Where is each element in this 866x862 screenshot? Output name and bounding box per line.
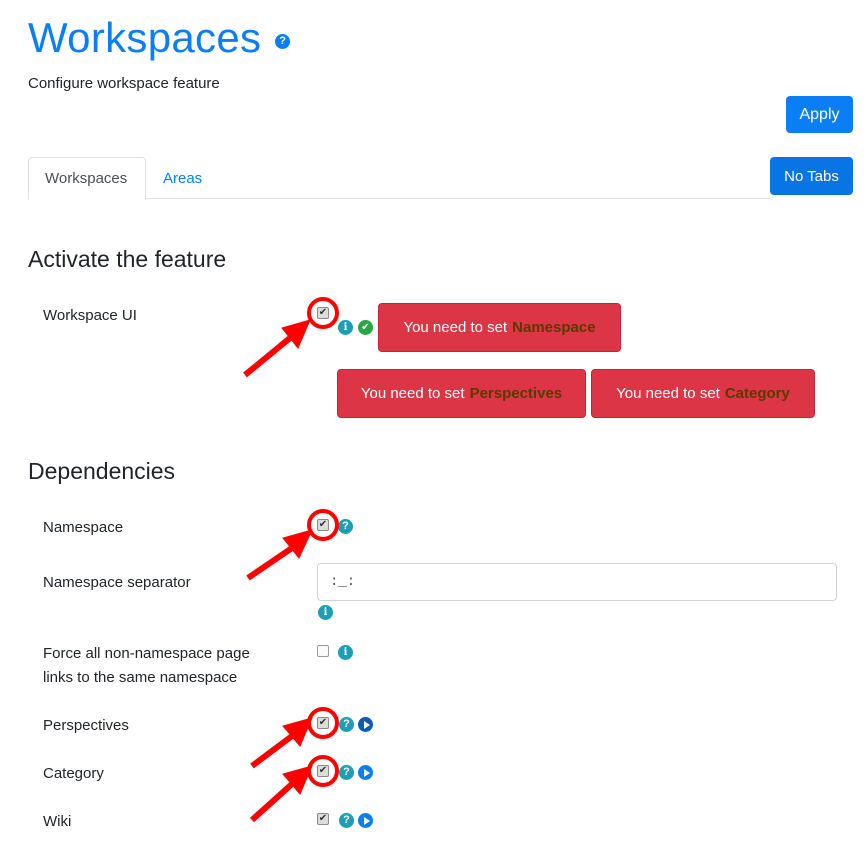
annotation-arrow bbox=[243, 319, 311, 378]
tab-workspaces[interactable]: Workspaces bbox=[28, 157, 146, 200]
annotation-circle bbox=[307, 707, 339, 739]
section-heading-activate: Activate the feature bbox=[28, 246, 227, 272]
force-links-label: Force all non-namespace page links to th… bbox=[43, 642, 250, 690]
force-links-label-line2: links to the same namespace bbox=[43, 669, 238, 686]
info-icon[interactable]: i bbox=[318, 605, 333, 620]
annotation-arrow bbox=[250, 717, 313, 769]
play-icon[interactable] bbox=[358, 765, 373, 780]
tab-bar: Workspaces Areas bbox=[28, 157, 770, 200]
play-icon[interactable] bbox=[358, 813, 373, 828]
wiki-checkbox[interactable]: ✔ bbox=[317, 813, 329, 825]
annotation-arrow bbox=[249, 765, 313, 823]
help-icon[interactable]: ? bbox=[339, 813, 354, 828]
namespace-label: Namespace bbox=[43, 519, 124, 536]
apply-button[interactable]: Apply bbox=[786, 96, 853, 133]
info-icon[interactable]: i bbox=[338, 320, 353, 335]
tab-areas[interactable]: Areas bbox=[146, 157, 219, 199]
play-icon[interactable] bbox=[358, 717, 373, 732]
set-category-button[interactable]: You need to set Category bbox=[591, 369, 815, 418]
warning-prefix: You need to set bbox=[403, 319, 508, 336]
question-circle-icon[interactable]: ? bbox=[275, 33, 291, 49]
warning-prefix: You need to set bbox=[616, 385, 720, 402]
warning-target: Perspectives bbox=[469, 385, 563, 402]
info-icon[interactable]: i bbox=[338, 645, 353, 660]
help-icon[interactable]: ? bbox=[339, 717, 354, 732]
annotation-circle bbox=[307, 755, 339, 787]
help-icon[interactable]: ? bbox=[339, 765, 354, 780]
check-circle-icon: ✔ bbox=[358, 320, 373, 335]
set-perspectives-button[interactable]: You need to set Perspectives bbox=[337, 369, 586, 418]
workspace-ui-label: Workspace UI bbox=[43, 307, 137, 324]
set-namespace-button[interactable]: You need to set Namespace bbox=[378, 303, 621, 352]
warning-prefix: You need to set bbox=[360, 385, 465, 402]
category-label: Category bbox=[43, 765, 104, 782]
wiki-label: Wiki bbox=[43, 813, 72, 830]
perspectives-label: Perspectives bbox=[43, 717, 129, 734]
force-links-label-line1: Force all non-namespace page bbox=[43, 645, 250, 662]
warning-target: Namespace bbox=[512, 319, 596, 336]
annotation-arrows bbox=[243, 319, 313, 823]
annotation-circle bbox=[307, 509, 339, 541]
annotation-arrow bbox=[246, 529, 313, 581]
help-icon[interactable]: ? bbox=[338, 519, 353, 534]
section-heading-dependencies: Dependencies bbox=[28, 458, 176, 484]
page-title: Workspaces ? bbox=[28, 14, 291, 62]
namespace-separator-label: Namespace separator bbox=[43, 574, 191, 591]
warning-target: Category bbox=[724, 385, 790, 402]
force-links-checkbox[interactable] bbox=[317, 645, 329, 657]
no-tabs-button[interactable]: No Tabs bbox=[770, 157, 853, 195]
annotation-circle bbox=[307, 297, 339, 329]
page-title-text: Workspaces bbox=[28, 14, 262, 61]
namespace-separator-input[interactable] bbox=[317, 563, 837, 601]
page-subtitle: Configure workspace feature bbox=[28, 75, 220, 92]
